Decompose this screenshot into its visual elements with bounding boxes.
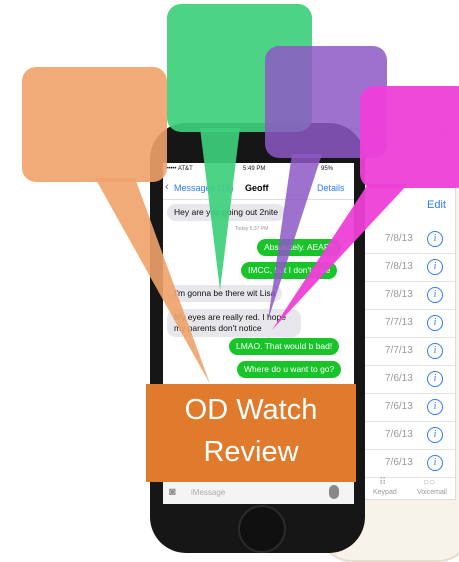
banner-subtitle: Review	[203, 436, 299, 468]
title-banner: OD Watch Review	[146, 384, 356, 482]
banner-title: OD Watch	[184, 394, 318, 426]
